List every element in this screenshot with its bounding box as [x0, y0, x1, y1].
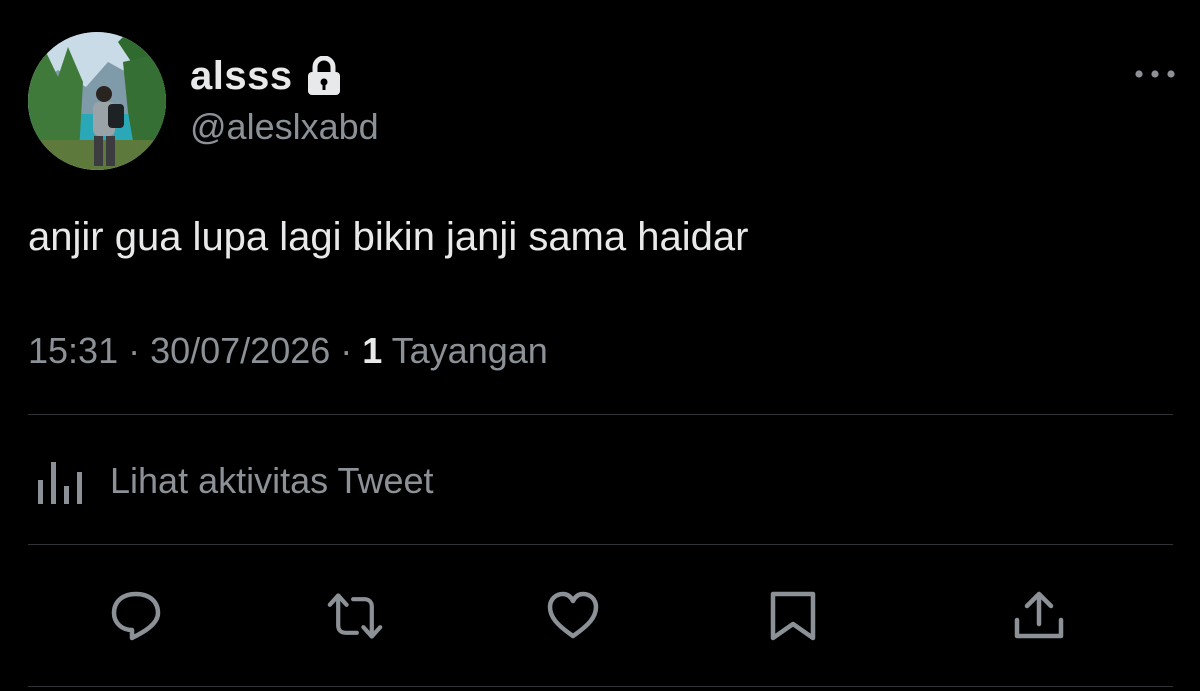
- divider: [28, 414, 1173, 415]
- views-label: Tayangan: [382, 330, 548, 371]
- like-icon: [547, 591, 599, 639]
- tweet-date[interactable]: 30/07/2026: [150, 330, 330, 371]
- retweet-icon: [327, 593, 383, 639]
- divider: [28, 686, 1173, 687]
- lock-icon: [305, 55, 343, 96]
- meta-separator: ·: [118, 330, 151, 371]
- tweet-text: anjir gua lupa lagi bikin janji sama hai…: [28, 215, 749, 259]
- avatar[interactable]: [28, 32, 166, 170]
- reply-button[interactable]: [108, 588, 164, 644]
- analytics-bar-icon: [36, 456, 88, 506]
- avatar-photo: [28, 32, 166, 170]
- tweet-detail: alsss @aleslxabd anjir gua lupa lagi bik…: [0, 0, 1200, 691]
- views-count: 1: [362, 330, 383, 371]
- activity-label: Lihat aktivitas Tweet: [110, 460, 434, 501]
- author-name-row: alsss: [190, 52, 343, 100]
- tweet-activity-link[interactable]: Lihat aktivitas Tweet: [36, 456, 434, 506]
- like-button[interactable]: [545, 588, 601, 644]
- share-button[interactable]: [1011, 588, 1067, 644]
- retweet-button[interactable]: [327, 588, 383, 644]
- bookmark-icon: [770, 591, 816, 641]
- bookmark-button[interactable]: [765, 588, 821, 644]
- reply-icon: [111, 591, 161, 641]
- meta-separator: ·: [330, 330, 363, 371]
- more-options-icon[interactable]: [1132, 62, 1178, 86]
- tweet-time[interactable]: 15:31: [28, 330, 118, 371]
- tweet-meta: 15:31 · 30/07/2026 · 1 Tayangan: [28, 330, 548, 372]
- share-icon: [1014, 591, 1064, 639]
- divider: [28, 544, 1173, 545]
- display-name[interactable]: alsss: [190, 54, 293, 99]
- user-handle[interactable]: @aleslxabd: [190, 106, 379, 148]
